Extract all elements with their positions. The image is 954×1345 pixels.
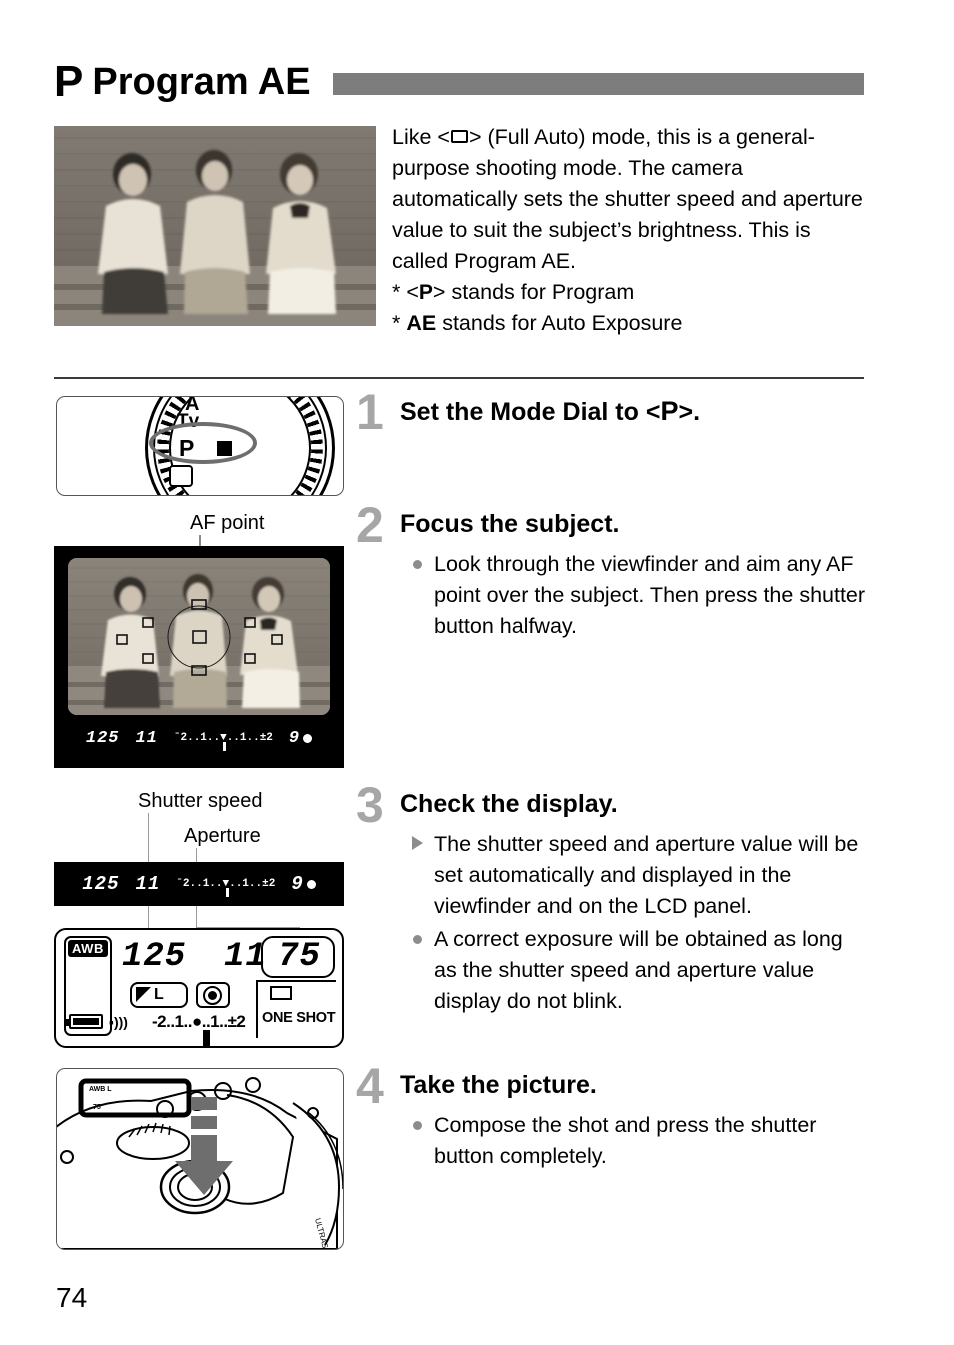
step-4-number: 4 — [356, 1058, 384, 1114]
step-2-number: 2 — [356, 497, 384, 553]
triangle-bullet-icon — [400, 829, 434, 855]
footnote-2-bold: AE — [406, 311, 437, 335]
intro-paragraph-post: > (Full Auto) mode, this is a general-pu… — [392, 125, 863, 273]
step-3-bullet-1: The shutter speed and aperture value wil… — [400, 829, 868, 922]
camera-top-view-svg: AWB L 75 ULTRASONIC — [57, 1077, 343, 1249]
white-balance-badge: AWB — [68, 940, 108, 957]
quality-size-label: L — [154, 986, 164, 1003]
step-3: 3 Check the display. The shutter speed a… — [356, 777, 868, 1019]
footnote-2-post: stands for Auto Exposure — [436, 311, 683, 335]
vfbar-exposure-indicator — [225, 888, 229, 897]
battery-icon — [66, 1014, 103, 1029]
mode-dial-illustration: A Tv P — [56, 396, 344, 496]
intro-text: Like < > (Full Auto) mode, this is a gene… — [392, 122, 866, 339]
full-auto-icon — [450, 130, 468, 143]
step-3-bullet-2-text: A correct exposure will be obtained as l… — [434, 927, 843, 1013]
footnote-2: * AE stands for Auto Exposure — [392, 308, 866, 339]
step-1-title: Set the Mode Dial to <P>. — [400, 392, 700, 429]
viewfinder-bar-illustration: 125 11 ˉ2..1..▼..1..±2 9 — [54, 862, 344, 906]
dial-highlight-oval — [149, 422, 257, 464]
header-accent-bar — [332, 73, 864, 95]
intro-paragraph: Like < > (Full Auto) mode, this is a gene… — [392, 122, 866, 277]
beeper-icon: ▪))) — [109, 1014, 128, 1030]
lcd-exposure-scale: -2..1..●..1..±2 — [152, 1012, 246, 1031]
viewfinder-scene-svg — [68, 558, 330, 715]
step-3-title: Check the display. — [400, 790, 618, 818]
step-1-title-post: >. — [678, 398, 701, 426]
vfbar-focus-confirmation-icon — [306, 879, 316, 889]
lcd-shots-remaining: 75 — [278, 938, 321, 976]
focus-confirmation-icon — [303, 733, 313, 743]
intro-paragraph-pre: Like < — [392, 125, 450, 149]
dial-tab — [169, 465, 193, 487]
vfbar-aperture: 11 — [135, 873, 161, 895]
svg-text:AWB L: AWB L — [89, 1086, 112, 1093]
section-divider — [54, 377, 864, 379]
step-4-bullet-1: Compose the shot and press the shutter b… — [400, 1110, 856, 1172]
page-number: 74 — [56, 1282, 88, 1313]
vfbar-exposure-scale: ˉ2..1..▼..1..±2 — [176, 878, 275, 897]
quality-fine-icon — [136, 987, 151, 1002]
aperture-callout-label: Aperture — [184, 825, 261, 847]
viewfinder-max-burst: 9 — [288, 728, 301, 748]
step-3-bullet-2: A correct exposure will be obtained as l… — [400, 924, 868, 1017]
vfbar-burst-group: 9 — [291, 873, 316, 895]
step-4-title: Take the picture. — [400, 1071, 597, 1099]
single-frame-icon — [270, 986, 292, 1000]
viewfinder-aperture: 11 — [135, 728, 158, 748]
viewfinder-burst-group: 9 — [288, 728, 313, 748]
viewfinder-shutter-speed: 125 — [85, 728, 120, 748]
vfbar-max-burst: 9 — [291, 873, 304, 895]
page-header: P Program AE — [54, 58, 864, 106]
manual-page: P Program AE Like < > (Full Auto) mode, … — [0, 0, 954, 1345]
vfbar-shutter-speed: 125 — [82, 873, 120, 895]
battery-fill — [73, 1018, 99, 1025]
page-title: Program AE — [92, 61, 311, 103]
step-2-bullet-1-text: Look through the viewfinder and aim any … — [434, 552, 866, 638]
footnote-1-symbol: P — [418, 281, 433, 304]
step-1-title-pre: Set the Mode Dial to < — [400, 398, 661, 426]
camera-illustration: AWB L 75 ULTRASONIC — [56, 1068, 344, 1250]
footnote-1-pre: * < — [392, 280, 419, 304]
lcd-panel-illustration: AWB ▪))) 125 11 75 L ONE SHOT -2..1..●..… — [54, 928, 344, 1048]
svg-text:75: 75 — [93, 1104, 101, 1111]
viewfinder-data-row: 125 11 ˉ2..1..▼..1..±2 9 — [54, 722, 344, 754]
step-1-title-symbol: P — [660, 396, 679, 426]
shutter-speed-callout-label: Shutter speed — [138, 790, 263, 812]
lcd-shutter-speed: 125 — [122, 938, 187, 976]
dot-bullet-icon — [400, 1110, 434, 1135]
dot-bullet-icon — [400, 924, 434, 949]
viewfinder-image — [68, 558, 330, 715]
viewfinder-exposure-scale: ˉ2..1..▼..1..±2 — [174, 732, 273, 751]
step-3-bullet-1-text: The shutter speed and aperture value wil… — [434, 832, 859, 918]
intro-photo-svg — [54, 126, 376, 326]
dot-bullet-icon — [400, 549, 434, 574]
viewfinder-exposure-indicator — [223, 742, 227, 751]
step-1-number: 1 — [356, 384, 384, 440]
drive-mode-frame — [256, 980, 336, 1038]
step-4: 4 Take the picture. Compose the shot and… — [356, 1058, 856, 1174]
intro-photo — [54, 126, 376, 326]
step-3-number: 3 — [356, 777, 384, 833]
step-2-bullet-1: Look through the viewfinder and aim any … — [400, 549, 866, 642]
footnote-1-post: > stands for Program — [432, 280, 635, 304]
metering-mode-center — [208, 991, 217, 1000]
footnote-2-pre: * — [392, 311, 407, 335]
lcd-exposure-indicator — [203, 1030, 210, 1046]
lcd-callout-line-aperture-a — [196, 906, 198, 928]
af-mode-label: ONE SHOT — [262, 1010, 336, 1026]
af-point-callout-label: AF point — [190, 512, 265, 534]
mode-letter: P — [54, 57, 83, 106]
step-2: 2 Focus the subject. Look through the vi… — [356, 497, 866, 644]
step-1: 1 Set the Mode Dial to <P>. — [356, 384, 856, 440]
step-2-title: Focus the subject. — [400, 510, 620, 538]
footnote-1: * <P> stands for Program — [392, 277, 866, 308]
shutter-speed-callout-line — [148, 813, 150, 867]
viewfinder-illustration: 125 11 ˉ2..1..▼..1..±2 9 — [54, 546, 344, 768]
step-4-bullet-1-text: Compose the shot and press the shutter b… — [434, 1113, 817, 1168]
